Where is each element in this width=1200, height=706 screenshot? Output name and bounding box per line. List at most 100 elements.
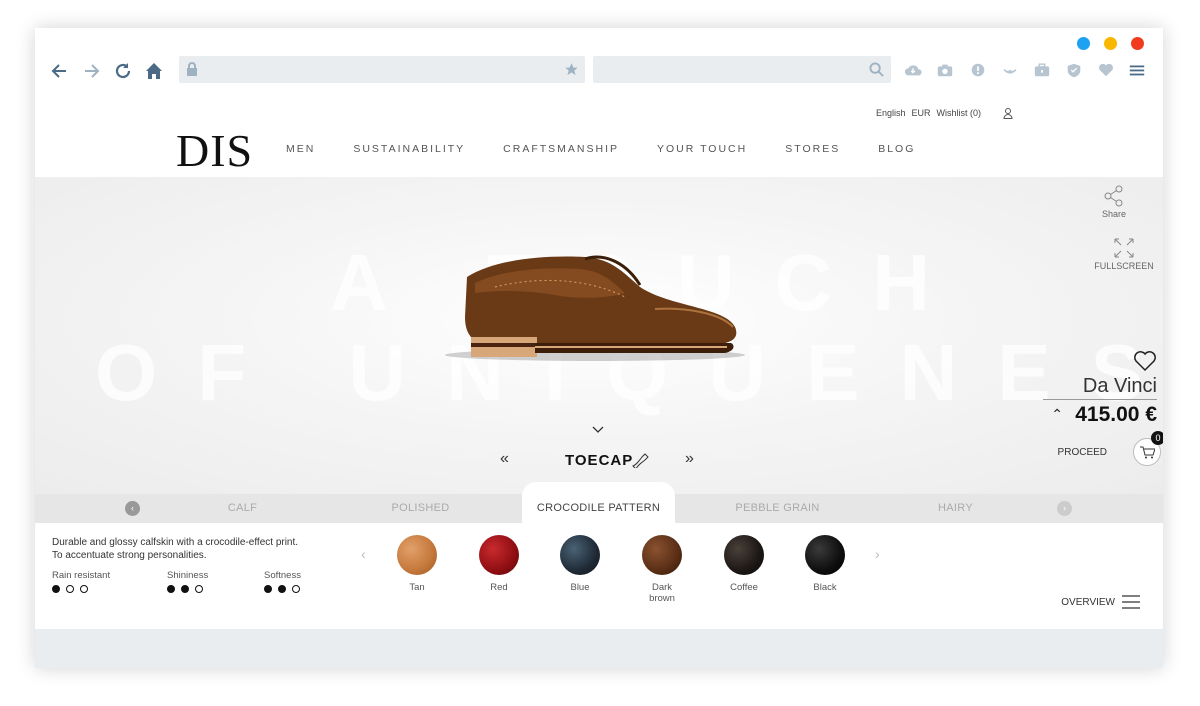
swatch-label: Red <box>490 582 508 593</box>
bookmark-star-icon[interactable] <box>564 62 579 77</box>
swatch-label: Tan <box>409 582 425 593</box>
main-navigation: MEN SUSTAINABILITY CRAFTSMANSHIP YOUR TO… <box>286 143 953 155</box>
brand-logo[interactable]: DIS <box>176 124 253 177</box>
window-dot-blue[interactable] <box>1077 37 1090 50</box>
home-icon[interactable] <box>143 60 165 82</box>
shoe-image[interactable] <box>435 247 745 367</box>
menu-icon[interactable] <box>1128 62 1146 78</box>
nav-item-craftsmanship[interactable]: CRAFTSMANSHIP <box>503 143 619 155</box>
lock-icon <box>187 62 197 76</box>
swatch-red[interactable]: Red <box>478 535 520 593</box>
price-details-icon[interactable]: ⌃ <box>1051 406 1063 423</box>
window-dot-yellow[interactable] <box>1104 37 1117 50</box>
rating-rain <box>52 585 88 593</box>
part-navigator: « TOECAP » <box>500 450 700 472</box>
rating-dot <box>278 585 286 593</box>
utility-bar: English EUR Wishlist (0) <box>876 108 1013 119</box>
chevron-down-icon[interactable] <box>591 425 605 435</box>
fullscreen-icon <box>1114 238 1134 258</box>
swatch-dark-brown[interactable]: Dark brown <box>641 535 683 604</box>
browser-window: English EUR Wishlist (0) DIS MEN SUSTAIN… <box>35 28 1163 668</box>
rating-dot <box>264 585 272 593</box>
price-divider <box>1043 399 1157 400</box>
product-price: 415.00 € <box>1075 403 1157 426</box>
briefcase-icon[interactable] <box>1033 62 1051 78</box>
swatch-circle <box>479 535 519 575</box>
forward-icon[interactable] <box>80 60 102 82</box>
product-name: Da Vinci <box>1082 375 1157 397</box>
hamburger-icon <box>1122 595 1140 609</box>
swatch-blue[interactable]: Blue <box>559 535 601 593</box>
cart-icon <box>1140 446 1155 459</box>
camera-icon[interactable] <box>936 62 954 78</box>
rating-dot <box>167 585 175 593</box>
rating-shininess <box>167 585 203 593</box>
browser-chrome <box>35 28 1163 100</box>
rating-dot <box>292 585 300 593</box>
material-description: Durable and glossy calfskin with a croco… <box>52 536 298 562</box>
next-part-button[interactable]: » <box>685 450 694 468</box>
previous-part-button[interactable]: « <box>500 450 509 468</box>
tab-hairy[interactable]: HAIRY <box>878 494 1033 523</box>
rating-dot <box>181 585 189 593</box>
swatch-circle <box>805 535 845 575</box>
user-icon[interactable] <box>1003 108 1013 119</box>
swatch-coffee[interactable]: Coffee <box>723 535 765 593</box>
heart-icon[interactable] <box>1097 62 1115 78</box>
swatch-circle <box>724 535 764 575</box>
swatch-label: Black <box>813 582 837 593</box>
address-bar[interactable] <box>179 56 585 83</box>
share-button[interactable]: Share <box>1089 185 1139 219</box>
overview-label: OVERVIEW <box>1061 596 1115 608</box>
swatch-prev-arrow[interactable]: ‹ <box>361 546 366 562</box>
cloud-download-icon[interactable] <box>904 62 922 78</box>
swatch-label: Coffee <box>730 582 758 593</box>
share-icon <box>1104 185 1123 207</box>
reload-icon[interactable] <box>112 60 134 82</box>
current-part-label: TOECAP <box>565 452 634 469</box>
rating-dot <box>80 585 88 593</box>
property-label-softness: Softness <box>264 570 301 581</box>
swatch-circle <box>642 535 682 575</box>
wishlist-link[interactable]: Wishlist (0) <box>937 108 982 119</box>
swatch-label: Dark brown <box>649 582 675 604</box>
nav-item-sustainability[interactable]: SUSTAINABILITY <box>353 143 465 155</box>
overview-button[interactable]: OVERVIEW <box>1061 594 1141 610</box>
footer-strip <box>35 629 1163 668</box>
tab-crocodile-pattern[interactable]: CROCODILE PATTERN <box>522 482 675 523</box>
tab-calf[interactable]: CALF <box>165 494 320 523</box>
wishlist-heart-icon[interactable] <box>1133 350 1157 372</box>
window-dot-red[interactable] <box>1131 37 1144 50</box>
rating-softness <box>264 585 300 593</box>
rating-dot <box>52 585 60 593</box>
swatch-label: Blue <box>570 582 590 593</box>
tab-polished[interactable]: POLISHED <box>343 494 498 523</box>
search-bar[interactable] <box>593 56 891 83</box>
nav-item-your-touch[interactable]: YOUR TOUCH <box>657 143 747 155</box>
swatch-tan[interactable]: Tan <box>396 535 438 593</box>
cart-count-badge: 0 <box>1151 431 1163 445</box>
tabs-prev-arrow-icon[interactable]: ‹ <box>125 501 140 516</box>
nav-item-men[interactable]: MEN <box>286 143 315 155</box>
property-label-shininess: Shininess <box>167 570 209 581</box>
broadcast-icon[interactable] <box>1001 62 1019 78</box>
info-icon[interactable] <box>969 62 987 78</box>
description-line-1: Durable and glossy calfskin with a croco… <box>52 537 299 548</box>
back-icon[interactable] <box>49 60 71 82</box>
search-icon[interactable] <box>869 62 884 77</box>
swatch-black[interactable]: Black <box>804 535 846 593</box>
language-selector[interactable]: English <box>876 108 906 119</box>
shield-icon[interactable] <box>1065 62 1083 78</box>
swatch-circle <box>397 535 437 575</box>
proceed-button[interactable]: PROCEED <box>1058 447 1107 458</box>
swatch-next-arrow[interactable]: › <box>875 546 880 562</box>
rating-dot <box>66 585 74 593</box>
tab-pebble-grain[interactable]: PEBBLE GRAIN <box>700 494 855 523</box>
rating-dot <box>195 585 203 593</box>
fullscreen-button[interactable]: FULLSCREEN <box>1089 237 1159 271</box>
currency-selector[interactable]: EUR <box>911 108 930 119</box>
nav-item-stores[interactable]: STORES <box>785 143 840 155</box>
tabs-next-arrow-icon[interactable]: › <box>1057 501 1072 516</box>
toecap-icon <box>632 453 649 468</box>
nav-item-blog[interactable]: BLOG <box>878 143 915 155</box>
